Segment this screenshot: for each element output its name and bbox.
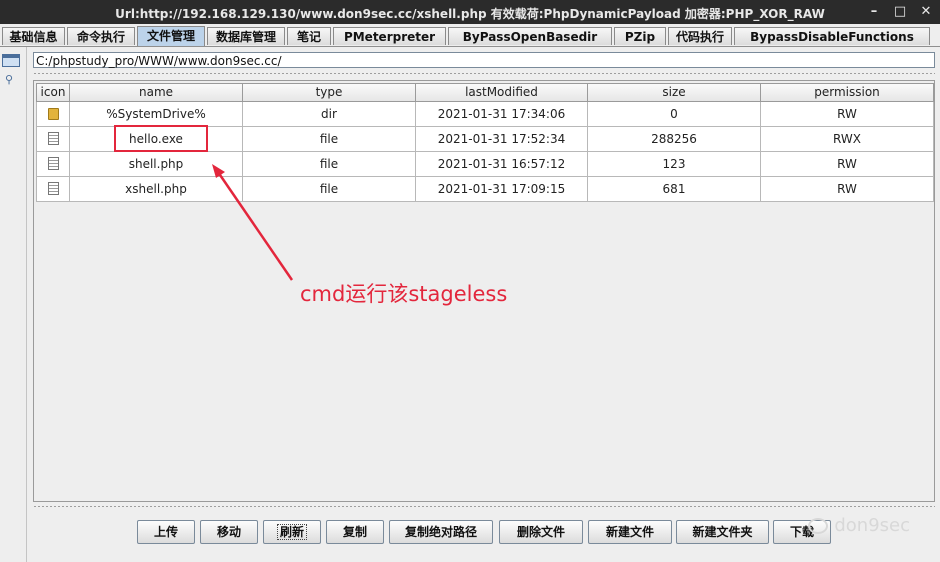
refresh-button[interactable]: 刷新 <box>263 520 321 544</box>
move-button[interactable]: 移动 <box>200 520 258 544</box>
copy-absolute-path-button[interactable]: 复制绝对路径 <box>389 520 493 544</box>
copy-button[interactable]: 复制 <box>326 520 384 544</box>
watermark: don9sec <box>808 515 910 536</box>
upload-button[interactable]: 上传 <box>137 520 195 544</box>
annotation-text: cmd运行该stageless <box>300 282 508 306</box>
delete-file-button[interactable]: 删除文件 <box>499 520 583 544</box>
new-file-button[interactable]: 新建文件 <box>588 520 672 544</box>
new-folder-button[interactable]: 新建文件夹 <box>676 520 769 544</box>
action-button-bar: 上传 移动 刷新 复制 复制绝对路径 删除文件 新建文件 新建文件夹 下载 <box>33 509 935 562</box>
watermark-text: don9sec <box>834 515 910 536</box>
refresh-button-label: 刷新 <box>276 524 307 540</box>
wechat-icon <box>808 517 829 534</box>
